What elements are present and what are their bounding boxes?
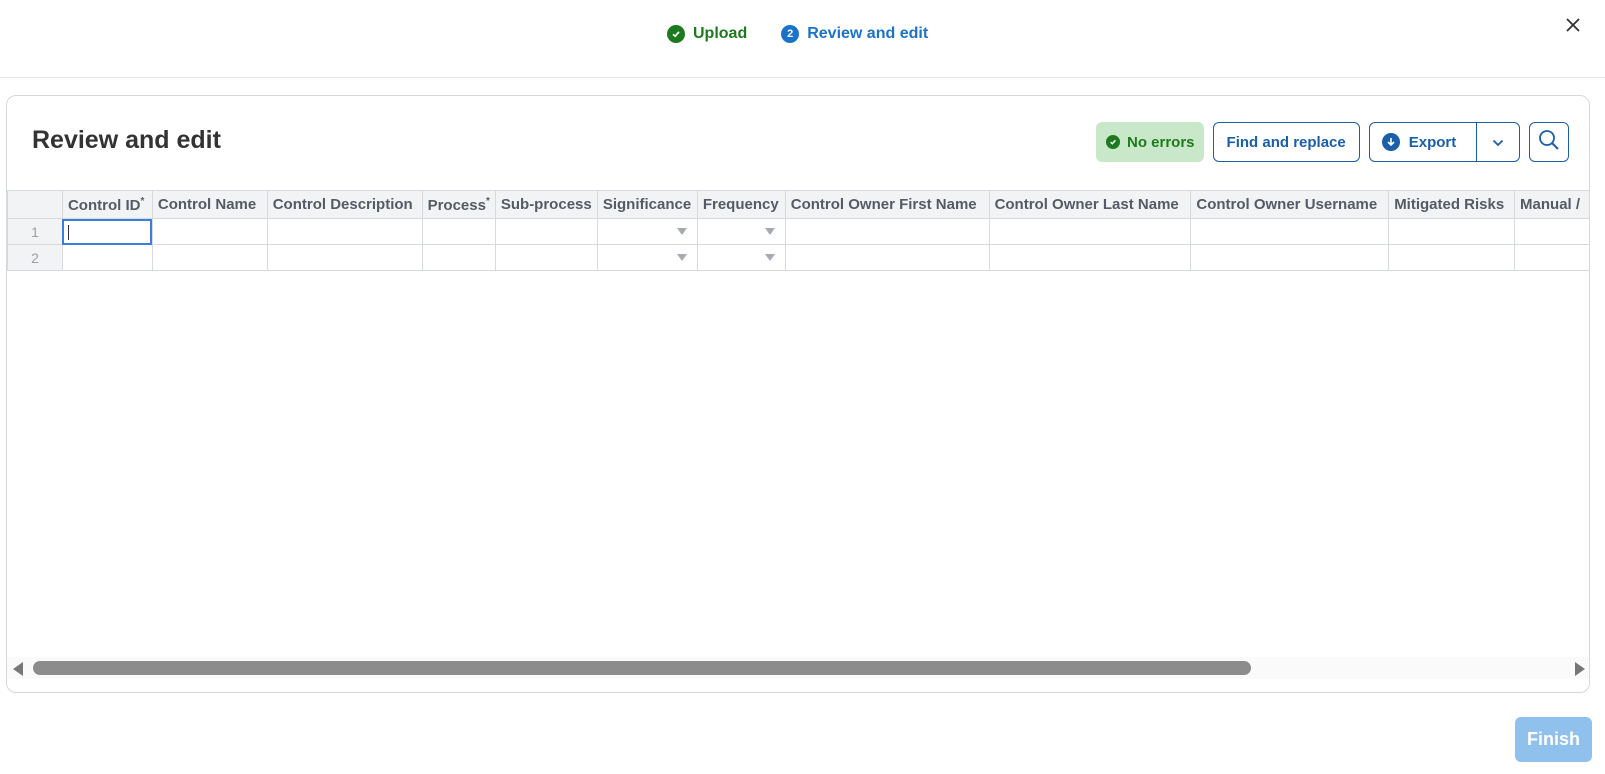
step-upload[interactable]: Upload	[667, 25, 747, 43]
header-row: Control ID* Control Name Control Descrip…	[7, 190, 1589, 219]
panel-title: Review and edit	[32, 126, 221, 154]
grid-cell[interactable]	[1388, 218, 1516, 245]
find-and-replace-button[interactable]: Find and replace	[1212, 122, 1360, 162]
dropdown-arrow-icon[interactable]	[764, 228, 775, 235]
row-number[interactable]: 1	[7, 218, 63, 245]
check-circle-icon	[1106, 135, 1120, 149]
download-icon	[1381, 133, 1400, 151]
corner-cell	[7, 190, 63, 219]
grid-cell-significance[interactable]	[596, 244, 698, 271]
export-split-button: Export	[1368, 122, 1521, 162]
finish-button[interactable]: Finish	[1515, 717, 1592, 762]
grid-cell[interactable]	[1388, 244, 1516, 271]
search-icon	[1538, 129, 1560, 155]
wizard-header: Upload 2 Review and edit	[0, 0, 1605, 78]
grid-cell[interactable]	[494, 218, 598, 245]
grid-cell[interactable]	[421, 218, 496, 245]
scrollbar-thumb[interactable]	[33, 661, 1251, 675]
horizontal-scrollbar[interactable]	[7, 657, 1589, 679]
grid-cell[interactable]	[421, 244, 496, 271]
grid-cell[interactable]	[784, 218, 990, 245]
dropdown-arrow-icon[interactable]	[676, 254, 687, 261]
export-button[interactable]: Export	[1370, 123, 1478, 161]
data-table: Control ID* Control Name Control Descrip…	[7, 190, 1589, 271]
column-header-control-id[interactable]: Control ID*	[61, 190, 153, 219]
column-header-owner-username[interactable]: Control Owner Username	[1190, 190, 1390, 219]
table-row: 1	[7, 218, 1589, 245]
column-header-control-description[interactable]: Control Description	[266, 190, 423, 219]
step-review-label: Review and edit	[807, 25, 929, 42]
column-header-control-name[interactable]: Control Name	[151, 190, 268, 219]
table-row: 2	[7, 244, 1589, 271]
grid-cell-control-id[interactable]	[61, 218, 153, 245]
close-button[interactable]	[1562, 16, 1584, 38]
grid-cell-control-id[interactable]	[61, 244, 153, 271]
column-header-owner-first-name[interactable]: Control Owner First Name	[784, 190, 990, 219]
column-header-significance[interactable]: Significance	[596, 190, 698, 219]
check-circle-icon	[667, 25, 685, 43]
grid-cell-frequency[interactable]	[696, 244, 786, 271]
spreadsheet-grid: Control ID* Control Name Control Descrip…	[7, 190, 1589, 271]
grid-cell[interactable]	[1514, 244, 1589, 271]
column-header-owner-last-name[interactable]: Control Owner Last Name	[988, 190, 1192, 219]
grid-cell[interactable]	[1190, 218, 1390, 245]
export-dropdown-toggle[interactable]	[1477, 123, 1519, 161]
row-number[interactable]: 2	[7, 244, 63, 271]
grid-cell[interactable]	[494, 244, 598, 271]
grid-cell-frequency[interactable]	[696, 218, 786, 245]
grid-cell[interactable]	[266, 244, 423, 271]
scroll-left-icon[interactable]	[13, 662, 23, 676]
toolbar: No errors Find and replace Export	[1096, 122, 1570, 162]
grid-cell[interactable]	[151, 244, 268, 271]
search-button[interactable]	[1529, 122, 1570, 162]
grid-cell[interactable]	[988, 218, 1192, 245]
export-label: Export	[1408, 133, 1457, 151]
status-badge-label: No errors	[1127, 133, 1195, 151]
step-number-badge: 2	[781, 25, 800, 43]
close-icon	[1565, 17, 1581, 38]
step-upload-label: Upload	[693, 25, 748, 42]
grid-cell[interactable]	[266, 218, 423, 245]
grid-cell[interactable]	[151, 218, 268, 245]
grid-cell[interactable]	[784, 244, 990, 271]
step-review-and-edit[interactable]: 2 Review and edit	[781, 25, 928, 43]
text-cursor	[67, 224, 69, 240]
column-header-sub-process[interactable]: Sub-process	[494, 190, 598, 219]
grid-cell[interactable]	[988, 244, 1192, 271]
find-and-replace-label: Find and replace	[1226, 133, 1346, 151]
scroll-right-icon[interactable]	[1575, 662, 1585, 676]
column-header-manual[interactable]: Manual /	[1514, 190, 1589, 219]
stepper: Upload 2 Review and edit	[667, 25, 928, 43]
dropdown-arrow-icon[interactable]	[676, 228, 687, 235]
grid-cell-significance[interactable]	[596, 218, 698, 245]
grid-cell[interactable]	[1514, 218, 1589, 245]
grid-cell[interactable]	[1190, 244, 1390, 271]
column-header-mitigated-risks[interactable]: Mitigated Risks	[1388, 190, 1516, 219]
status-badge: No errors	[1096, 122, 1204, 162]
column-header-process[interactable]: Process*	[421, 190, 496, 219]
dropdown-arrow-icon[interactable]	[764, 254, 775, 261]
chevron-down-icon	[1492, 134, 1504, 151]
column-header-frequency[interactable]: Frequency	[696, 190, 786, 219]
review-panel: Review and edit No errors Find and repla…	[6, 95, 1590, 693]
